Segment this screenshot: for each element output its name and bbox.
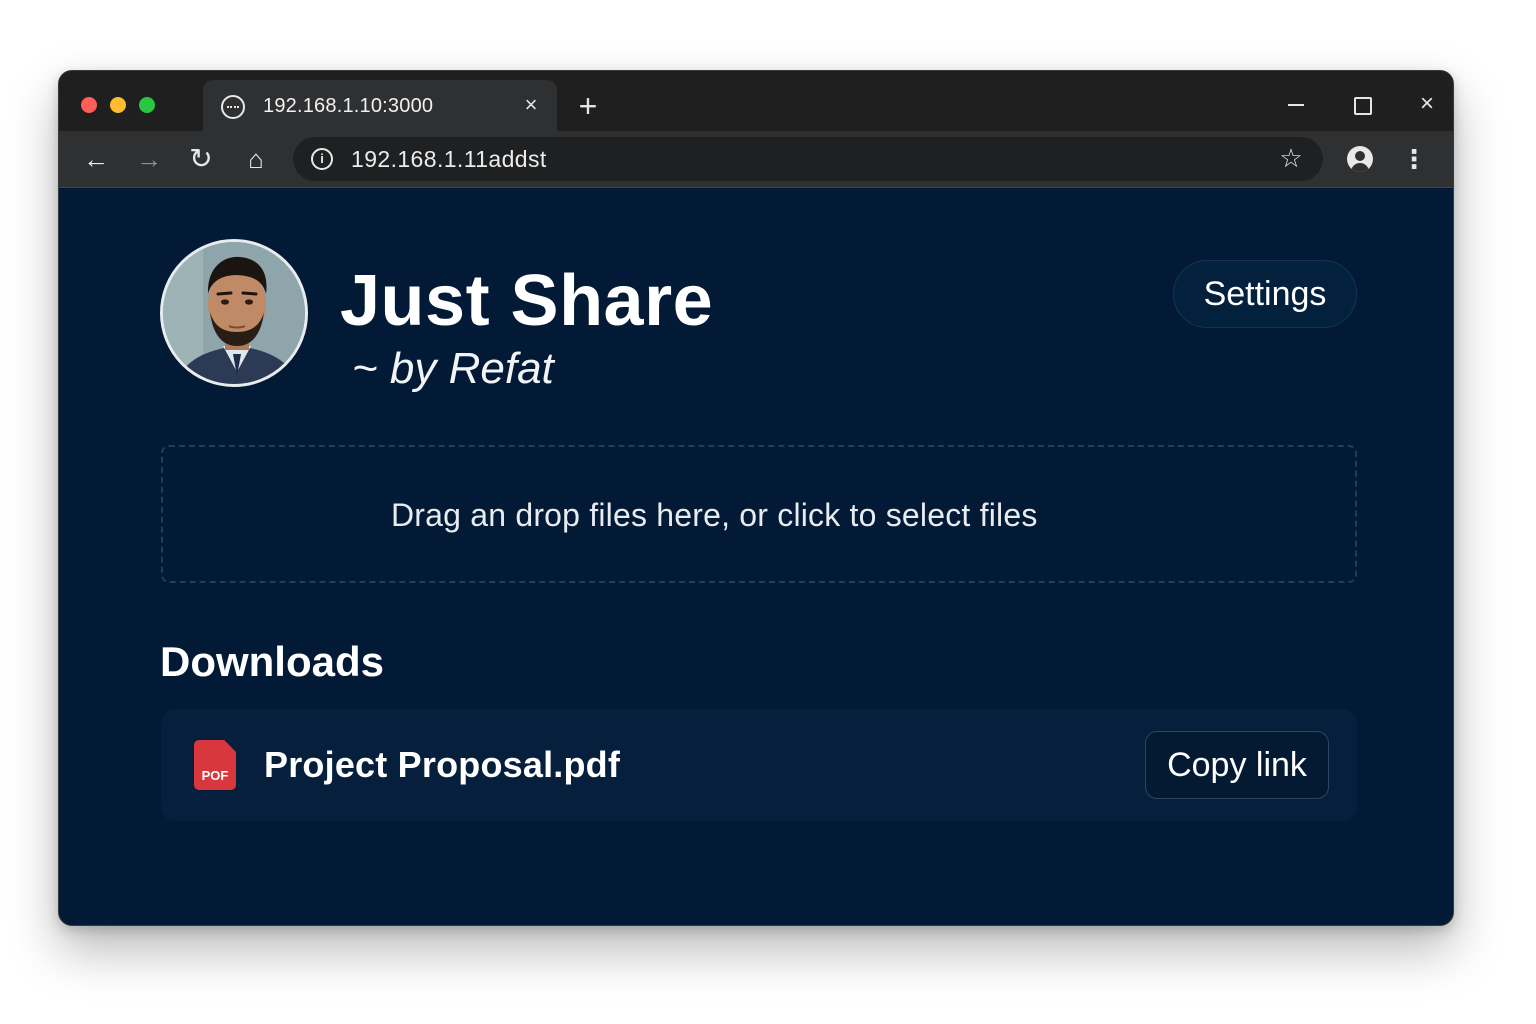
file-name: Project Proposal.pdf — [264, 744, 621, 785]
tab-close-icon[interactable]: × — [519, 93, 543, 117]
maximize-icon[interactable] — [1346, 91, 1376, 117]
zoom-window-dot[interactable] — [139, 97, 155, 113]
page-content: Just Share ~ by Refat Settings Drag an d… — [59, 189, 1453, 925]
home-icon[interactable]: ⌂ — [241, 144, 271, 174]
tab-title: 192.168.1.10:3000 — [263, 95, 434, 117]
avatar — [160, 239, 308, 387]
downloads-heading: Downloads — [160, 638, 385, 685]
new-tab-icon[interactable]: + — [573, 90, 603, 122]
avatar-portrait-image — [163, 242, 305, 384]
copy-link-button[interactable]: Copy link — [1145, 731, 1329, 799]
back-icon[interactable]: ← — [81, 144, 111, 174]
browser-window: 192.168.1.10:3000 × + × ← → ↻ ⌂ i 192.16… — [58, 70, 1454, 926]
browser-tab[interactable]: 192.168.1.10:3000 × — [203, 80, 557, 131]
settings-button[interactable]: Settings — [1173, 260, 1357, 328]
file-type-label: POF — [201, 768, 229, 783]
forward-icon[interactable]: → — [134, 144, 164, 174]
minimize-window-dot[interactable] — [110, 97, 126, 113]
minimize-icon[interactable] — [1281, 91, 1311, 117]
tab-strip: 192.168.1.10:3000 × + × — [59, 71, 1453, 131]
file-dropzone[interactable]: Drag an drop files here, or click to sel… — [161, 445, 1357, 583]
address-text[interactable]: 192.168.1.11addst — [351, 146, 547, 172]
download-list-item: POF Project Proposal.pdf Copy link — [161, 709, 1357, 821]
browser-toolbar: ← → ↻ ⌂ i 192.168.1.11addst ☆ ⋮ — [59, 131, 1453, 188]
profile-icon[interactable] — [1347, 146, 1373, 172]
pdf-file-icon: POF — [194, 740, 236, 790]
site-info-icon[interactable]: i — [311, 148, 333, 170]
dropzone-instructions: Drag an drop files here, or click to sel… — [391, 497, 1038, 533]
app-title: Just Share — [340, 261, 714, 341]
bookmark-star-icon[interactable]: ☆ — [1277, 144, 1305, 172]
reload-icon[interactable]: ↻ — [186, 144, 216, 174]
app-subtitle: ~ by Refat — [352, 344, 554, 393]
close-window-dot[interactable] — [81, 97, 97, 113]
browser-menu-icon[interactable]: ⋮ — [1399, 144, 1429, 174]
close-icon[interactable]: × — [1412, 91, 1442, 117]
address-bar[interactable]: i 192.168.1.11addst ☆ — [293, 137, 1323, 181]
site-globe-icon — [221, 95, 245, 119]
